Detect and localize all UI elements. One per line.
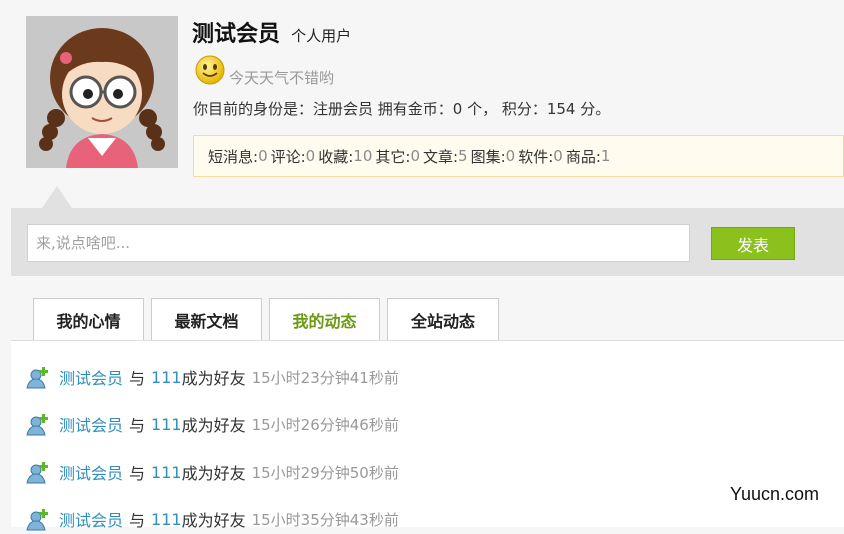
stat-value-software: 0 <box>553 147 563 165</box>
stat-label-products[interactable]: 商品: <box>566 146 601 167</box>
stat-value-comments: 0 <box>305 147 316 165</box>
identity-line: 你目前的身份是：注册会员 拥有金币：0 个， 积分：154 分。 <box>193 100 611 118</box>
post-area: 发表 <box>11 208 844 276</box>
feed-action: 成为好友 <box>181 464 246 483</box>
feed-item: 测试会员 与 111 成为好友 15小时35分钟43秒前 <box>25 504 399 534</box>
stat-value-others: 0 <box>410 147 420 165</box>
feed-time: 15小时35分钟43秒前 <box>251 510 399 529</box>
stat-label-articles[interactable]: 文章: <box>423 146 458 167</box>
smiley-icon <box>195 55 225 85</box>
feed-target-link[interactable]: 111 <box>151 368 182 387</box>
stat-value-messages: 0 <box>258 147 268 165</box>
add-friend-icon <box>26 414 48 436</box>
stat-value-products: 1 <box>600 147 611 165</box>
avatar <box>26 16 178 168</box>
stats-box: 短消息: 0 评论: 0 收藏: 10 其它: 0 文章: 5 图集: 0 软件: 0 商品:… <box>193 135 844 177</box>
user-type: 个人用户 <box>291 27 352 45</box>
feed-conj: 与 <box>129 511 146 530</box>
activity-feed: 测试会员 与 111 成为好友 15小时23分钟41秒前 测试会员 与 111 … <box>11 340 844 531</box>
feed-conj: 与 <box>129 464 146 483</box>
feed-target-link[interactable]: 111 <box>151 415 182 434</box>
stat-label-messages[interactable]: 短消息: <box>208 146 258 167</box>
feed-actor-link[interactable]: 测试会员 <box>59 365 123 389</box>
feed-action: 成为好友 <box>181 416 246 435</box>
feed-time: 15小时23分钟41秒前 <box>251 368 399 387</box>
feed-actor-link[interactable]: 测试会员 <box>59 412 123 436</box>
feed-time: 15小时29分钟50秒前 <box>251 463 399 482</box>
tab-my-mood[interactable]: 我的心情 <box>33 298 144 340</box>
stat-value-articles: 5 <box>458 147 468 165</box>
add-friend-icon <box>26 509 48 531</box>
mood-text: 今天天气不错哟 <box>229 69 335 87</box>
watermark: Yuucn.com <box>730 484 820 504</box>
stat-value-albums: 0 <box>505 147 516 165</box>
feed-action: 成为好友 <box>181 369 246 388</box>
post-input[interactable] <box>27 224 690 262</box>
stat-label-software[interactable]: 软件: <box>518 146 553 167</box>
feed-item: 测试会员 与 111 成为好友 15小时29分钟50秒前 <box>25 457 399 487</box>
stat-label-favorites[interactable]: 收藏: <box>318 146 353 167</box>
stat-value-favorites: 10 <box>353 147 373 165</box>
stat-label-others[interactable]: 其它: <box>375 146 410 167</box>
stat-label-albums[interactable]: 图集: <box>471 146 506 167</box>
tab-latest-docs[interactable]: 最新文档 <box>151 298 262 340</box>
avatar-illustration <box>26 16 178 168</box>
add-friend-icon <box>26 367 48 389</box>
profile-header: 测试会员 个人用户 <box>192 16 351 48</box>
add-friend-icon <box>26 462 48 484</box>
feed-time: 15小时26分钟46秒前 <box>251 415 399 434</box>
post-area-pointer <box>42 186 72 208</box>
feed-target-link[interactable]: 111 <box>151 463 182 482</box>
feed-item: 测试会员 与 111 成为好友 15小时26分钟46秒前 <box>25 409 399 439</box>
feed-action: 成为好友 <box>181 511 246 530</box>
tab-site-activity[interactable]: 全站动态 <box>387 298 499 340</box>
tab-my-activity[interactable]: 我的动态 <box>269 298 380 341</box>
feed-item: 测试会员 与 111 成为好友 15小时23分钟41秒前 <box>25 362 399 392</box>
user-name[interactable]: 测试会员 <box>192 22 280 47</box>
feed-actor-link[interactable]: 测试会员 <box>59 507 123 531</box>
stat-label-comments[interactable]: 评论: <box>271 146 306 167</box>
publish-button[interactable]: 发表 <box>711 227 795 260</box>
feed-conj: 与 <box>129 369 146 388</box>
feed-actor-link[interactable]: 测试会员 <box>59 460 123 484</box>
feed-conj: 与 <box>129 416 146 435</box>
